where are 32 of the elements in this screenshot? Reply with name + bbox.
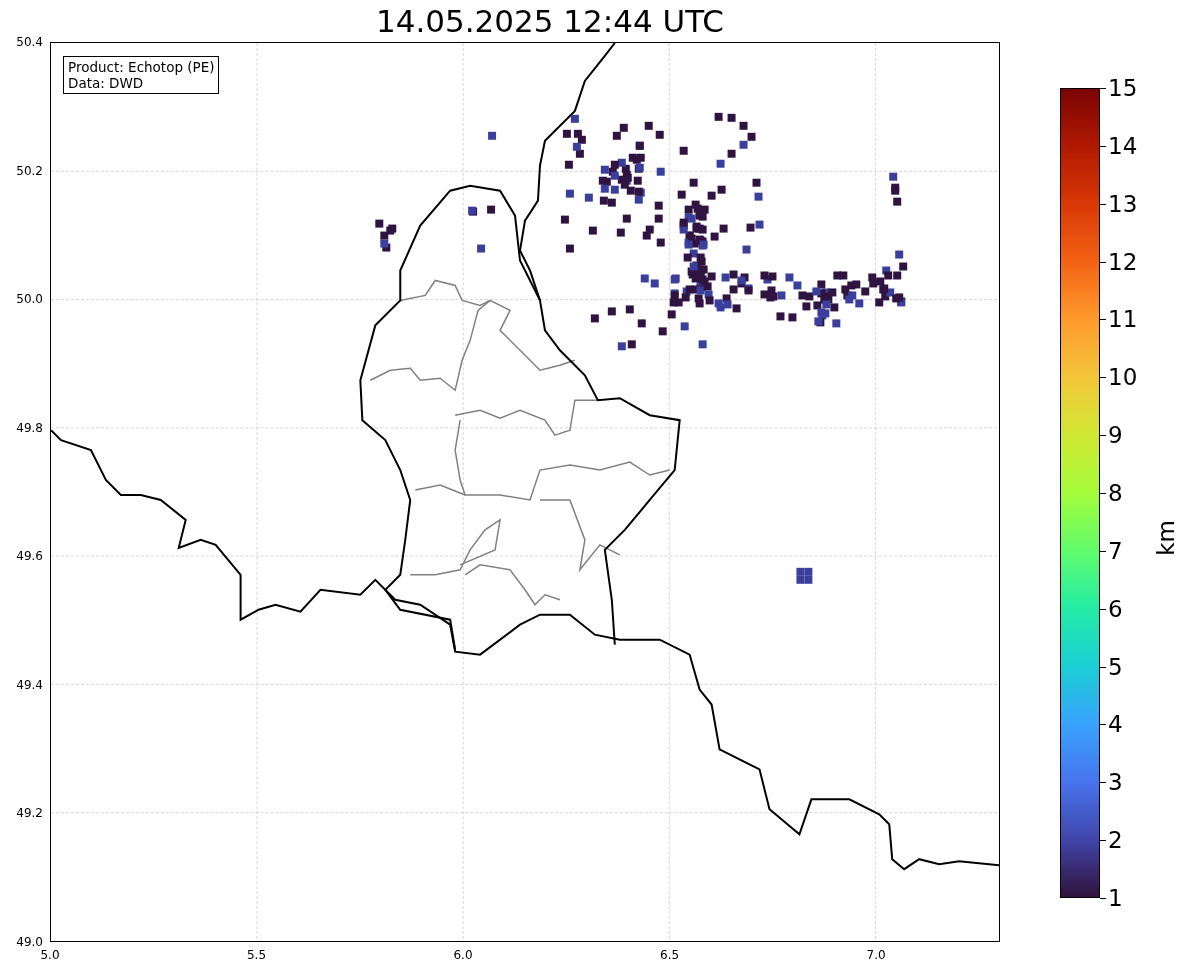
longitude-tick-label: 6.5 bbox=[660, 948, 680, 962]
colorbar-tick-label: 2 bbox=[1100, 826, 1123, 855]
longitude-tick-label: 5.0 bbox=[40, 948, 60, 962]
longitude-tick-label: 6.0 bbox=[453, 948, 473, 962]
longitude-tick-label: 7.0 bbox=[866, 948, 886, 962]
colorbar-tick-label: 14 bbox=[1100, 131, 1138, 160]
colorbar-tick-label: 5 bbox=[1100, 652, 1123, 681]
colorbar-tick-label: 6 bbox=[1100, 594, 1123, 623]
colorbar-label: km bbox=[1152, 520, 1178, 556]
colorbar-tick-label: 13 bbox=[1100, 189, 1138, 218]
colorbar-tick-label: 4 bbox=[1100, 710, 1123, 739]
latitude-tick-label: 49.8 bbox=[16, 420, 43, 435]
colorbar-tick-label: 10 bbox=[1100, 363, 1138, 392]
latitude-tick-label: 49.2 bbox=[16, 806, 43, 821]
colorbar-tick-label: 12 bbox=[1100, 247, 1138, 276]
latitude-tick-label: 49.6 bbox=[16, 549, 43, 564]
colorbar-tick-label: 9 bbox=[1100, 421, 1123, 450]
legend-text: Data: DWD bbox=[68, 75, 145, 91]
legend-text: Product: Echotop (PE) bbox=[68, 59, 215, 75]
chart-title: 14.05.2025 12:44 UTC bbox=[376, 2, 724, 40]
longitude-tick-label: 5.5 bbox=[246, 948, 267, 962]
latitude-tick-label: 50.4 bbox=[16, 35, 43, 49]
colorbar-tick-label: 1 bbox=[1100, 884, 1123, 912]
colorbar-tick-label: 3 bbox=[1100, 768, 1123, 797]
colorbar-tick-label: 8 bbox=[1100, 479, 1123, 507]
latitude-tick-label: 49.0 bbox=[16, 935, 43, 949]
colorbar-tick-label: 11 bbox=[1100, 305, 1138, 334]
colorbar-tick-label: 7 bbox=[1100, 536, 1123, 565]
latitude-tick-label: 49.4 bbox=[16, 677, 43, 692]
latitude-tick-label: 50.2 bbox=[16, 163, 43, 178]
latitude-tick-label: 50.0 bbox=[16, 292, 43, 307]
colorbar-tick-label: 15 bbox=[1100, 74, 1138, 102]
